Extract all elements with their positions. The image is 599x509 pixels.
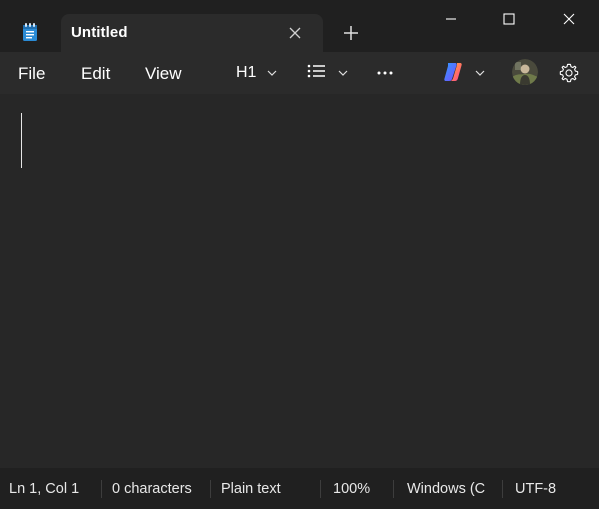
status-divider bbox=[101, 480, 102, 498]
status-zoom[interactable]: 100% bbox=[333, 481, 370, 497]
avatar-image bbox=[512, 59, 538, 85]
text-editor[interactable] bbox=[0, 94, 599, 468]
heading-label: H1 bbox=[236, 64, 257, 81]
title-bar: Untitled bbox=[0, 0, 599, 52]
close-icon bbox=[563, 13, 575, 25]
status-divider bbox=[393, 480, 394, 498]
text-caret bbox=[21, 113, 22, 168]
status-character-count: 0 characters bbox=[112, 481, 192, 497]
menu-view[interactable]: View bbox=[145, 64, 182, 84]
settings-button[interactable] bbox=[556, 60, 582, 86]
chevron-down-icon bbox=[475, 70, 485, 76]
copilot-icon bbox=[444, 63, 462, 81]
menu-edit[interactable]: Edit bbox=[81, 64, 110, 84]
maximize-button[interactable] bbox=[480, 0, 538, 38]
close-window-button[interactable] bbox=[539, 0, 599, 38]
status-line-ending[interactable]: Windows (C bbox=[407, 481, 491, 497]
maximize-icon bbox=[503, 13, 515, 25]
notepad-window: Untitled File Edit View H1 Ln 1, Col 1 0… bbox=[0, 0, 599, 509]
tab-untitled[interactable]: Untitled bbox=[61, 14, 323, 52]
avatar[interactable] bbox=[512, 59, 538, 85]
status-position: Ln 1, Col 1 bbox=[9, 481, 80, 497]
heading-dropdown[interactable]: H1 bbox=[230, 58, 284, 88]
menu-file[interactable]: File bbox=[18, 64, 45, 84]
list-dropdown[interactable] bbox=[303, 58, 353, 88]
status-bar: Ln 1, Col 1 0 characters Plain text 100%… bbox=[0, 468, 599, 509]
minimize-icon bbox=[446, 18, 456, 20]
gear-icon bbox=[559, 63, 579, 83]
chevron-down-icon bbox=[267, 70, 277, 76]
bulleted-list-icon bbox=[307, 64, 325, 78]
plus-icon[interactable] bbox=[341, 23, 361, 43]
more-icon bbox=[377, 71, 393, 75]
notepad-icon bbox=[23, 23, 37, 41]
copilot-dropdown[interactable] bbox=[438, 56, 492, 88]
minimize-button[interactable] bbox=[422, 0, 480, 38]
status-divider bbox=[502, 480, 503, 498]
menu-bar: File Edit View H1 bbox=[0, 52, 599, 94]
status-format[interactable]: Plain text bbox=[221, 481, 281, 497]
chevron-down-icon bbox=[338, 70, 348, 76]
status-encoding[interactable]: UTF-8 bbox=[515, 481, 556, 497]
status-divider bbox=[210, 480, 211, 498]
close-icon[interactable] bbox=[285, 23, 305, 43]
more-options-button[interactable] bbox=[370, 58, 400, 88]
tab-title: Untitled bbox=[71, 24, 128, 41]
status-divider bbox=[320, 480, 321, 498]
